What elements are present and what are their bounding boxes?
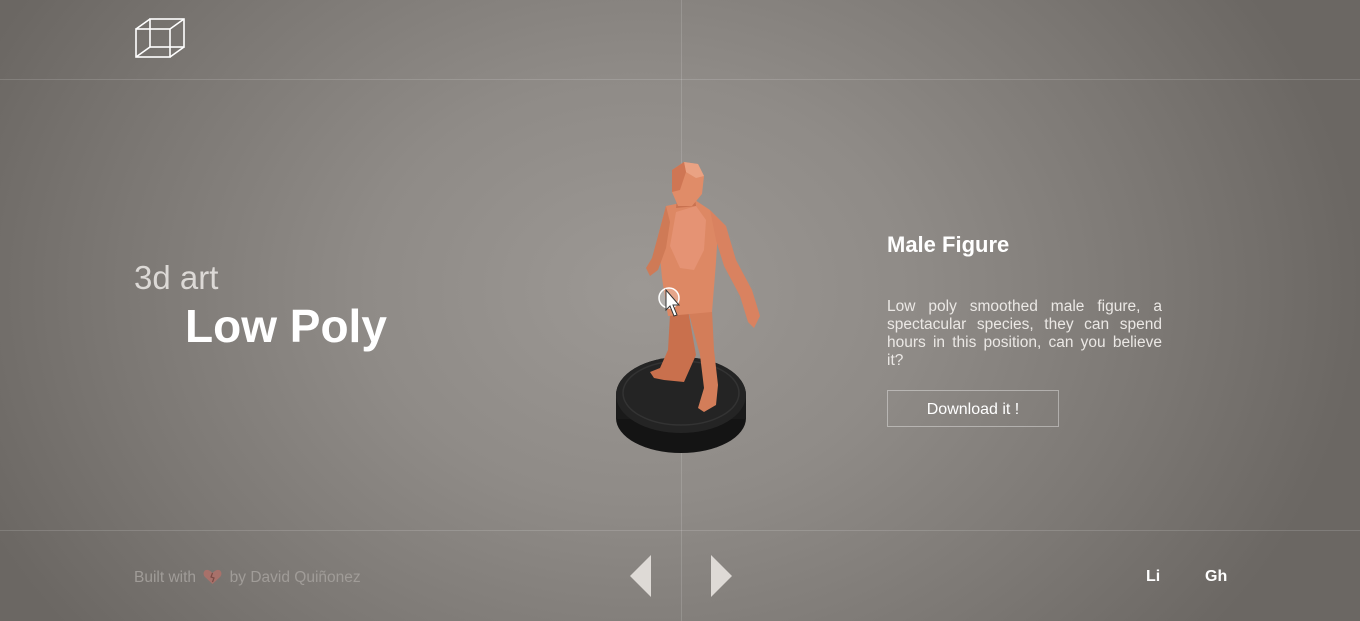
header-divider xyxy=(0,79,1360,80)
social-link-linkedin[interactable]: Li xyxy=(1146,567,1160,587)
credit-prefix: Built with xyxy=(134,569,197,586)
wireframe-cube-icon[interactable] xyxy=(134,17,186,60)
social-link-github[interactable]: Gh xyxy=(1205,567,1227,587)
footer-credit: Built with by David Quiñonez xyxy=(134,568,361,588)
model-viewer[interactable] xyxy=(600,150,770,460)
triangle-left-icon[interactable] xyxy=(630,555,652,597)
hero-subtitle: 3d art xyxy=(134,259,219,296)
low-poly-male-figure xyxy=(616,162,760,453)
hero-title: Low Poly xyxy=(185,300,387,352)
credit-suffix: by David Quiñonez xyxy=(229,569,361,586)
footer-divider xyxy=(0,530,1360,531)
heart-icon xyxy=(203,569,222,585)
product-name: Male Figure xyxy=(887,232,1010,257)
product-description: Low poly smoothed male figure, a spectac… xyxy=(887,298,1162,369)
triangle-right-icon[interactable] xyxy=(710,555,732,597)
download-button[interactable]: Download it ! xyxy=(887,390,1059,427)
